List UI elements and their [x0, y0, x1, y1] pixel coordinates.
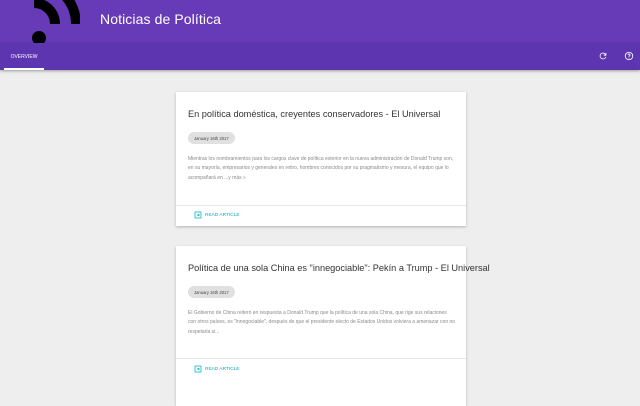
header-top-bar: Noticias de Política: [0, 0, 640, 43]
article-card: En política doméstica, creyentes conserv…: [176, 92, 466, 226]
rss-icon: [0, 0, 80, 43]
help-icon: [624, 51, 634, 61]
article-date-badge: January 16th 2017: [188, 286, 235, 298]
article-description: Mientras los nombramientos para los carg…: [188, 156, 454, 181]
open-in-new-icon: [194, 365, 202, 373]
read-article-link[interactable]: READ ARTICLE: [194, 210, 240, 220]
help-button[interactable]: [622, 49, 636, 63]
article-title: Política de una sola China es "innegocia…: [188, 263, 490, 273]
read-article-link[interactable]: READ ARTICLE: [194, 364, 240, 374]
refresh-button[interactable]: [596, 49, 610, 63]
card-divider: [176, 205, 466, 206]
app-header: Noticias de Política OVERVIEW: [0, 0, 640, 70]
article-title: En política doméstica, creyentes conserv…: [188, 109, 441, 119]
page-title: Noticias de Política: [100, 11, 222, 27]
read-article-label: READ ARTICLE: [205, 212, 240, 218]
tab-overview[interactable]: OVERVIEW: [4, 43, 44, 70]
article-description: El Gobierno de China reiteró en respuest…: [188, 310, 456, 335]
card-divider: [176, 358, 466, 359]
read-article-label: READ ARTICLE: [205, 366, 240, 372]
article-date-badge: January 16th 2017: [188, 132, 235, 144]
open-in-new-icon: [194, 211, 202, 219]
article-card: Política de una sola China es "innegocia…: [176, 246, 490, 406]
refresh-icon: [599, 52, 607, 60]
tab-bar: OVERVIEW: [0, 43, 640, 70]
tab-active-indicator: [4, 68, 44, 70]
